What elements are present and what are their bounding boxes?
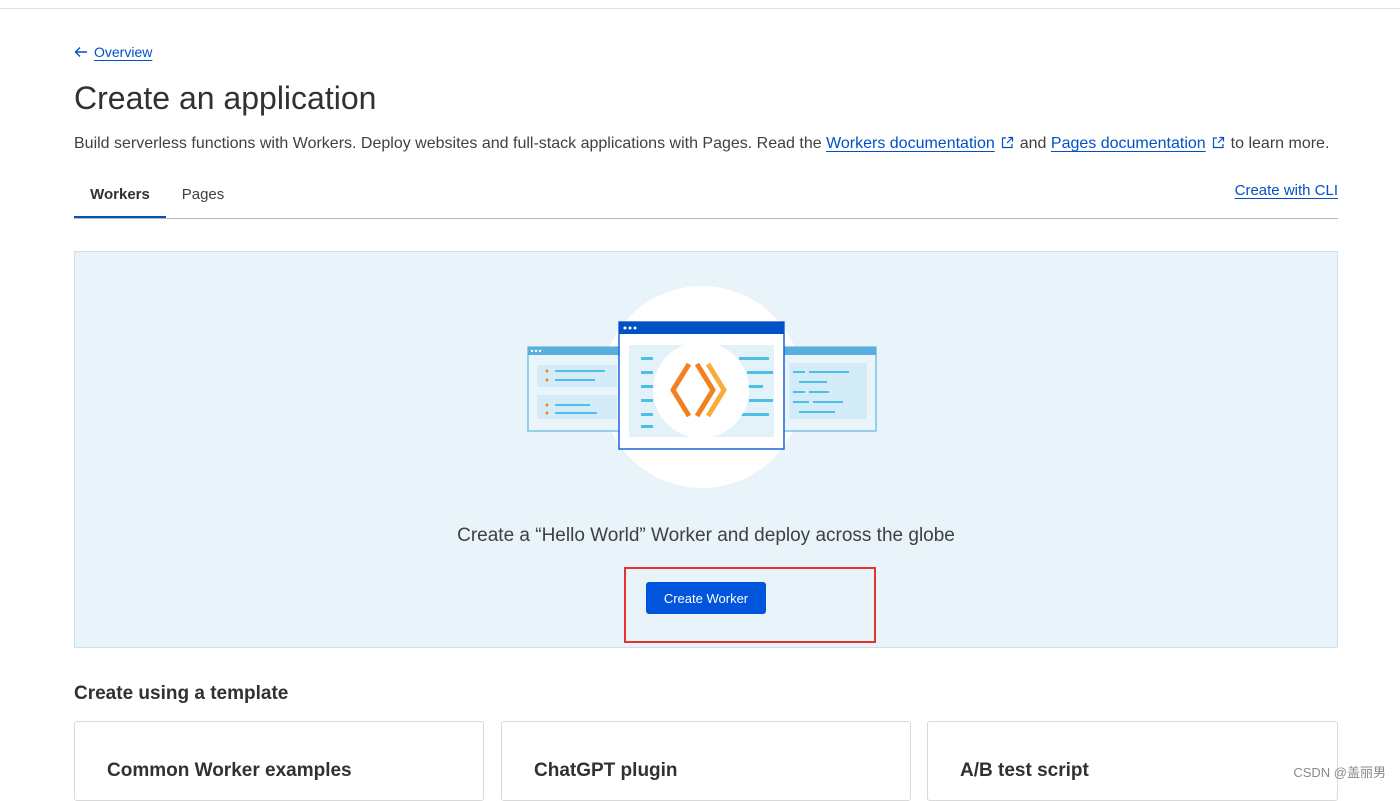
workers-illustration bbox=[527, 286, 877, 488]
pages-documentation-link[interactable]: Pages documentation bbox=[1051, 135, 1206, 152]
external-link-icon bbox=[1001, 136, 1013, 149]
page-intro: Build serverless functions with Workers.… bbox=[74, 135, 1329, 153]
intro-end-text: to learn more. bbox=[1230, 135, 1330, 152]
create-worker-button[interactable]: Create Worker bbox=[646, 582, 766, 614]
create-application-page: Overview Create an application Build ser… bbox=[74, 0, 1338, 801]
create-with-cli-link[interactable]: Create with CLI bbox=[1235, 182, 1338, 199]
tab-workers[interactable]: Workers bbox=[74, 176, 166, 218]
intro-text: Build serverless functions with Workers.… bbox=[74, 135, 827, 152]
template-card-common-worker-examples[interactable]: Common Worker examples bbox=[74, 721, 484, 801]
application-tabs: Workers Pages Create with CLI bbox=[74, 176, 1338, 219]
workers-documentation-link[interactable]: Workers documentation bbox=[826, 135, 995, 152]
template-card-title: A/B test script bbox=[960, 760, 1089, 781]
page-title: Create an application bbox=[74, 80, 377, 116]
arrow-left-icon bbox=[74, 47, 87, 57]
back-link-label: Overview bbox=[94, 44, 153, 60]
tab-pages[interactable]: Pages bbox=[174, 176, 232, 216]
watermark: CSDN @盖丽男 bbox=[1293, 765, 1386, 780]
template-card-title: Common Worker examples bbox=[107, 760, 352, 781]
back-to-overview-link[interactable]: Overview bbox=[74, 44, 152, 60]
template-card-chatgpt-plugin[interactable]: ChatGPT plugin bbox=[501, 721, 911, 801]
intro-and-text: and bbox=[1019, 135, 1047, 152]
hero-message: Create a “Hello World” Worker and deploy… bbox=[457, 525, 955, 546]
external-link-icon bbox=[1212, 136, 1224, 149]
templates-section-title: Create using a template bbox=[74, 683, 289, 704]
hello-world-panel: Create a “Hello World” Worker and deploy… bbox=[74, 251, 1338, 648]
template-card-ab-test-script[interactable]: A/B test script bbox=[927, 721, 1338, 801]
template-card-title: ChatGPT plugin bbox=[534, 760, 678, 781]
